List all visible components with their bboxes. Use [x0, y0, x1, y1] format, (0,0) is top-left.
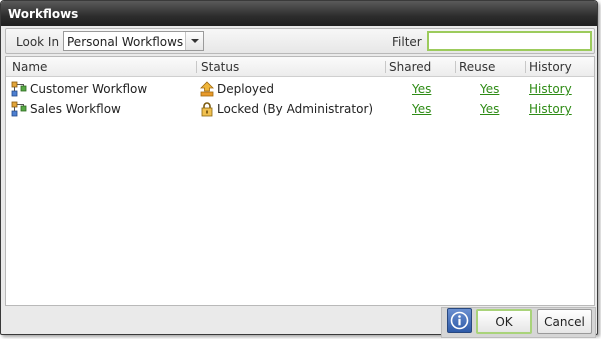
look-in-label: Look In [16, 35, 60, 49]
reuse-link[interactable]: Yes [480, 82, 499, 96]
toolbar: Look In Personal Workflows Filter [5, 28, 595, 54]
title-bar[interactable]: Workflows [1, 1, 597, 26]
history-link[interactable]: History [529, 82, 572, 96]
column-separator[interactable] [385, 61, 386, 73]
workflows-grid: Name Status Shared Reuse History Custome… [5, 56, 595, 306]
column-separator[interactable] [455, 61, 456, 73]
column-header-status[interactable]: Status [201, 60, 239, 74]
filter-label: Filter [392, 35, 422, 49]
workflow-icon [11, 101, 27, 117]
chevron-down-icon[interactable] [185, 32, 203, 50]
cancel-button[interactable]: Cancel [537, 309, 592, 334]
history-link[interactable]: History [529, 102, 572, 116]
ok-button[interactable]: OK [476, 309, 532, 334]
column-header-reuse[interactable]: Reuse [459, 60, 495, 74]
reuse-link[interactable]: Yes [480, 102, 499, 116]
column-separator[interactable] [196, 61, 197, 73]
info-icon [450, 311, 469, 330]
table-row[interactable]: Sales Workflow Locked (By Administrator)… [6, 99, 594, 119]
column-separator[interactable] [525, 61, 526, 73]
column-header-history[interactable]: History [529, 60, 572, 74]
column-header-shared[interactable]: Shared [389, 60, 431, 74]
look-in-dropdown[interactable]: Personal Workflows [63, 31, 204, 51]
workflows-dialog: Workflows Look In Personal Workflows Fil… [0, 0, 598, 335]
table-row[interactable]: Customer Workflow Deployed Yes Yes Histo… [6, 79, 594, 99]
workflow-name: Sales Workflow [30, 102, 121, 116]
workflow-status: Deployed [217, 82, 275, 96]
info-button[interactable] [447, 308, 472, 333]
look-in-value: Personal Workflows [67, 35, 184, 49]
lock-icon [201, 102, 213, 117]
workflow-name: Customer Workflow [30, 82, 148, 96]
filter-input[interactable] [427, 31, 592, 51]
workflow-icon [11, 81, 27, 97]
workflow-status: Locked (By Administrator) [217, 102, 374, 116]
column-header-name[interactable]: Name [12, 60, 47, 74]
grid-header: Name Status Shared Reuse History [6, 57, 594, 77]
deployed-icon [200, 81, 214, 97]
shared-link[interactable]: Yes [412, 82, 431, 96]
dialog-title: Workflows [8, 7, 79, 21]
shared-link[interactable]: Yes [412, 102, 431, 116]
